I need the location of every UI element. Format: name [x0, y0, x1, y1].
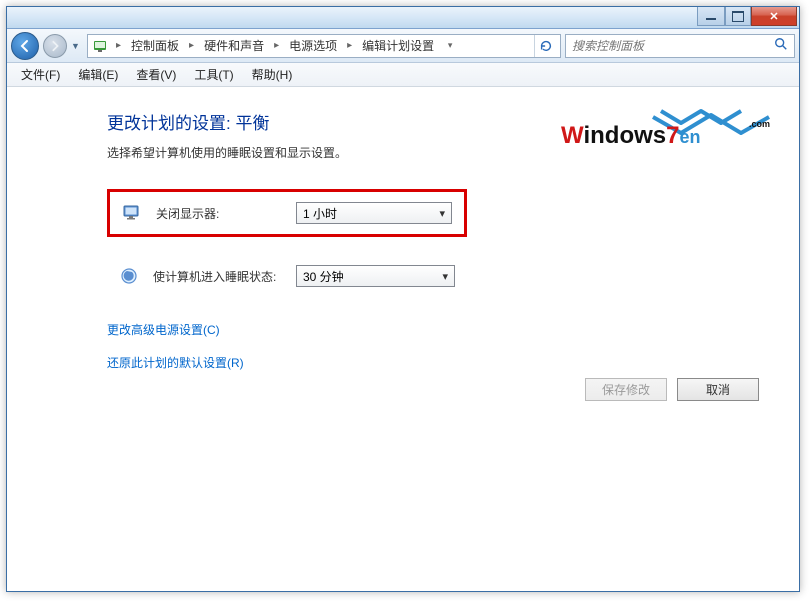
forward-button[interactable] [43, 34, 67, 58]
refresh-button[interactable] [534, 35, 556, 57]
cancel-button[interactable]: 取消 [677, 378, 759, 401]
control-panel-icon [92, 38, 108, 54]
maximize-button[interactable] [725, 7, 751, 26]
back-button[interactable] [11, 32, 39, 60]
control-panel-window: ▼ ▸ 控制面板 ▸ 硬件和声音 ▸ 电源选项 ▸ 编辑计划设置 ▾ 文件 [6, 6, 800, 592]
setting-label: 使计算机进入睡眠状态: [153, 268, 282, 285]
setting-sleep: 使计算机进入睡眠状态: 30 分钟 [107, 255, 467, 297]
menu-tools[interactable]: 工具(T) [186, 63, 241, 86]
links-section: 更改高级电源设置(C) 还原此计划的默认设置(R) [107, 321, 759, 371]
menu-view[interactable]: 查看(V) [128, 63, 184, 86]
select-value: 1 小时 [303, 205, 337, 222]
breadcrumb-item[interactable]: 控制面板 [129, 35, 181, 56]
search-input[interactable] [572, 39, 774, 53]
address-dropdown[interactable]: ▾ [442, 40, 458, 51]
svg-text:.com: .com [749, 119, 770, 129]
sleep-select[interactable]: 30 分钟 [296, 265, 455, 287]
breadcrumb-item[interactable]: 编辑计划设置 [360, 35, 436, 56]
search-box[interactable] [565, 34, 795, 58]
advanced-settings-link[interactable]: 更改高级电源设置(C) [107, 321, 759, 338]
display-off-select[interactable]: 1 小时 [296, 202, 452, 224]
window-titlebar [7, 7, 799, 29]
select-value: 30 分钟 [303, 268, 344, 285]
button-bar: 保存修改 取消 [585, 378, 759, 401]
breadcrumb-item[interactable]: 硬件和声音 [202, 35, 266, 56]
setting-label: 关闭显示器: [156, 205, 282, 222]
navigation-bar: ▼ ▸ 控制面板 ▸ 硬件和声音 ▸ 电源选项 ▸ 编辑计划设置 ▾ [7, 29, 799, 63]
close-button[interactable] [751, 7, 797, 26]
breadcrumb-item[interactable]: 电源选项 [287, 35, 339, 56]
sleep-icon [119, 266, 139, 286]
watermark-logo: Windows7en .com [561, 105, 781, 154]
breadcrumb-separator: ▸ [187, 40, 196, 51]
breadcrumb-separator: ▸ [114, 40, 123, 51]
content-area: Windows7en .com 更改计划的设置: 平衡 选择希望计算机使用的睡眠… [7, 87, 799, 591]
address-bar[interactable]: ▸ 控制面板 ▸ 硬件和声音 ▸ 电源选项 ▸ 编辑计划设置 ▾ [87, 34, 561, 58]
minimize-button[interactable] [697, 7, 725, 26]
setting-display-off: 关闭显示器: 1 小时 [107, 189, 467, 237]
menu-file[interactable]: 文件(F) [13, 63, 68, 86]
menu-help[interactable]: 帮助(H) [244, 63, 301, 86]
menu-bar: 文件(F) 编辑(E) 查看(V) 工具(T) 帮助(H) [7, 63, 799, 87]
restore-defaults-link[interactable]: 还原此计划的默认设置(R) [107, 354, 759, 371]
nav-history-dropdown[interactable]: ▼ [71, 41, 83, 51]
breadcrumb-separator: ▸ [345, 40, 354, 51]
monitor-icon [122, 203, 142, 223]
save-button[interactable]: 保存修改 [585, 378, 667, 401]
search-icon[interactable] [774, 37, 788, 54]
breadcrumb-separator: ▸ [272, 40, 281, 51]
window-controls [697, 7, 799, 28]
menu-edit[interactable]: 编辑(E) [70, 63, 126, 86]
svg-text:Windows7en: Windows7en [561, 122, 701, 149]
